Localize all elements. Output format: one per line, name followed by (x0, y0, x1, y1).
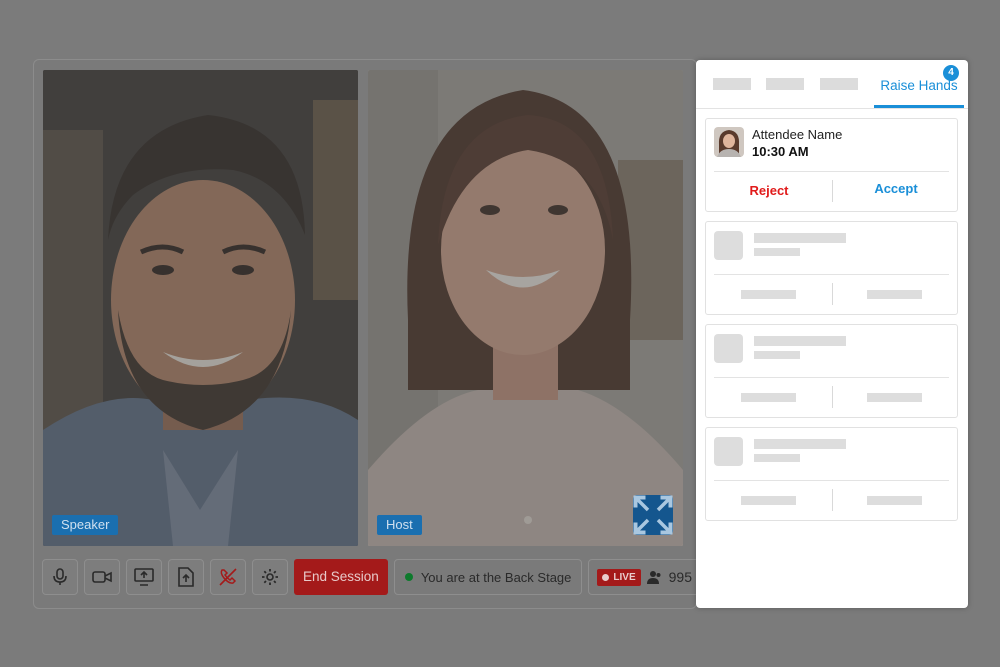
tab-raise-hands[interactable]: Raise Hands 4 (874, 60, 964, 108)
text-placeholder (754, 336, 846, 346)
button-placeholder[interactable] (867, 393, 922, 402)
placeholder-request-card (705, 427, 958, 521)
live-label: LIVE (613, 571, 636, 583)
host-role-tag: Host (377, 515, 422, 535)
settings-button[interactable] (252, 559, 288, 595)
backstage-status: You are at the Back Stage (393, 559, 583, 595)
text-placeholder (754, 454, 800, 462)
fullscreen-button[interactable] (633, 495, 673, 535)
placeholder-request-card (705, 221, 958, 315)
attendee-name: Attendee Name (752, 127, 843, 142)
avatar-placeholder (714, 437, 743, 466)
divider (714, 274, 949, 275)
video-camera-icon (92, 571, 112, 583)
video-dim-overlay (368, 70, 683, 546)
button-placeholder[interactable] (741, 496, 796, 505)
text-placeholder (754, 439, 846, 449)
upload-file-button[interactable] (168, 559, 204, 595)
share-screen-button[interactable] (126, 559, 162, 595)
live-badge: LIVE (597, 568, 641, 586)
panel-tabs: Raise Hands 4 (696, 60, 968, 109)
live-indicator: LIVE 995 (588, 559, 703, 595)
speaker-role-tag: Speaker (52, 515, 119, 535)
microphone-button[interactable] (42, 559, 78, 595)
live-dot-icon (602, 573, 610, 581)
text-placeholder (754, 233, 846, 243)
placeholder-request-card (705, 324, 958, 418)
tab-raise-hands-label: Raise Hands (880, 78, 958, 93)
button-placeholder[interactable] (741, 393, 796, 402)
divider (832, 386, 833, 408)
camera-button[interactable] (84, 559, 120, 595)
end-session-button[interactable]: End Session (294, 559, 388, 595)
divider (714, 480, 949, 481)
button-placeholder[interactable] (867, 290, 922, 299)
status-dot (404, 573, 413, 581)
tab-placeholder[interactable] (820, 78, 858, 90)
reject-button[interactable]: Reject (706, 183, 832, 198)
raise-hands-count-badge: 4 (943, 65, 959, 81)
video-dim-overlay (43, 70, 358, 546)
end-call-button[interactable] (210, 559, 246, 595)
screen-share-icon (134, 568, 154, 586)
divider (714, 377, 949, 378)
attendee-request-card: Attendee Name 10:30 AM Reject Accept (705, 118, 958, 212)
tab-placeholder[interactable] (713, 78, 751, 90)
text-placeholder (754, 351, 800, 359)
viewers-icon (646, 571, 661, 584)
button-placeholder[interactable] (741, 290, 796, 299)
raise-hands-panel: Raise Hands 4 Attendee Name 10:30 AM Rej… (696, 60, 968, 608)
expand-icon (633, 495, 673, 535)
divider (714, 171, 949, 172)
upload-icon (178, 567, 194, 587)
settings-icon (262, 569, 278, 585)
host-video-tile[interactable]: Host (368, 70, 683, 546)
text-placeholder (754, 248, 800, 256)
session-toolbar: End Session You are at the Back Stage LI… (42, 559, 703, 595)
divider (832, 489, 833, 511)
end-call-icon (219, 568, 237, 586)
button-placeholder[interactable] (867, 496, 922, 505)
divider (832, 283, 833, 305)
tab-placeholder[interactable] (766, 78, 804, 90)
avatar-placeholder (714, 231, 743, 260)
request-time: 10:30 AM (752, 144, 809, 159)
accept-button[interactable]: Accept (833, 181, 959, 196)
speaker-video-tile[interactable]: Speaker (43, 70, 358, 546)
avatar (714, 127, 744, 157)
microphone-icon (53, 568, 67, 585)
viewer-count: 995 (668, 569, 692, 585)
avatar-placeholder (714, 334, 743, 363)
status-text: You are at the Back Stage (420, 569, 572, 585)
